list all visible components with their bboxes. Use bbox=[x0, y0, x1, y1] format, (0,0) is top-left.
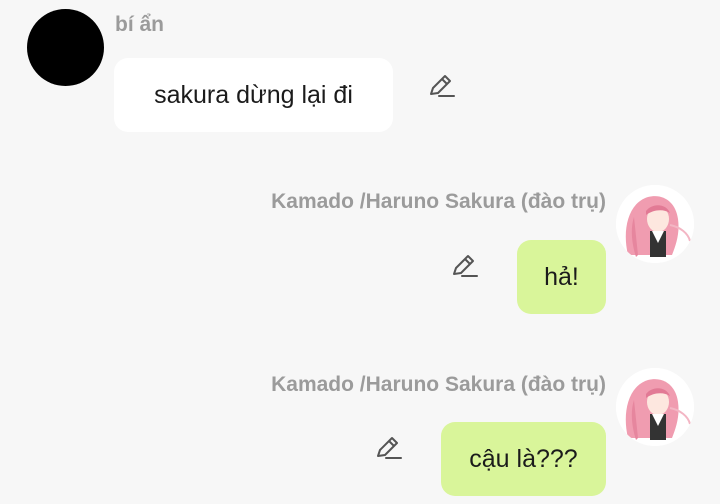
sender-name: Kamado /Haruno Sakura (đào trụ) bbox=[271, 373, 606, 396]
message-text: cậu là??? bbox=[469, 444, 578, 473]
pencil-icon[interactable] bbox=[374, 434, 402, 462]
sender-name: bí ẩn bbox=[115, 13, 165, 36]
avatar[interactable] bbox=[27, 9, 104, 86]
avatar[interactable] bbox=[616, 185, 694, 263]
message-bubble[interactable]: cậu là??? bbox=[441, 422, 606, 496]
message-bubble[interactable]: sakura dừng lại đi bbox=[114, 58, 393, 132]
message-text: sakura dừng lại đi bbox=[154, 80, 353, 109]
pencil-icon[interactable] bbox=[427, 72, 455, 100]
sender-name: Kamado /Haruno Sakura (đào trụ) bbox=[271, 190, 606, 213]
pink-hair-character-avatar bbox=[616, 185, 694, 263]
avatar[interactable] bbox=[616, 368, 694, 446]
message-bubble[interactable]: hả! bbox=[517, 240, 606, 314]
message-text: hả! bbox=[544, 262, 579, 291]
chat-thread: bí ẩn sakura dừng lại đi Kamado /Haruno … bbox=[0, 0, 720, 504]
pencil-icon[interactable] bbox=[450, 252, 478, 280]
pink-hair-character-avatar bbox=[616, 368, 694, 446]
